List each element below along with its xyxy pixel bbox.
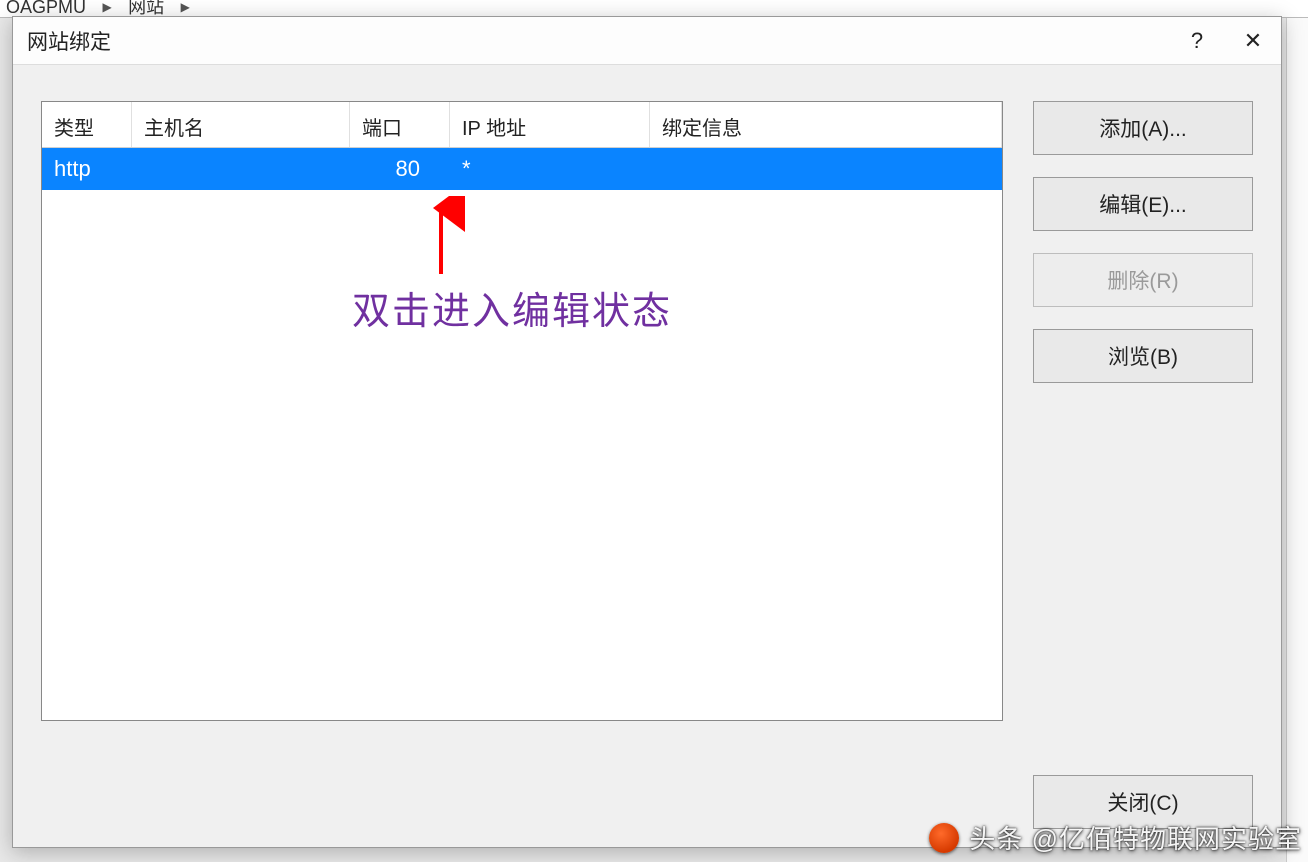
cell-port: 80 <box>350 156 450 182</box>
column-header-port[interactable]: 端口 <box>350 102 450 147</box>
column-header-type[interactable]: 类型 <box>42 102 132 147</box>
dialog-footer: 关闭(C) <box>13 775 1281 847</box>
browse-button[interactable]: 浏览(B) <box>1033 329 1253 383</box>
add-button[interactable]: 添加(A)... <box>1033 101 1253 155</box>
dialog-titlebar: 网站绑定 ? ✕ <box>13 17 1281 65</box>
dialog-body: 类型 主机名 端口 IP 地址 绑定信息 http 80 * <box>13 65 1281 775</box>
annotation-arrow-icon <box>416 196 466 276</box>
annotation-text: 双击进入编辑状态 <box>352 280 672 335</box>
column-header-ip[interactable]: IP 地址 <box>450 102 650 147</box>
site-bindings-dialog: 网站绑定 ? ✕ 类型 主机名 端口 IP 地址 绑定信息 http 80 * <box>12 16 1282 848</box>
table-row[interactable]: http 80 * <box>42 148 1002 190</box>
help-button[interactable]: ? <box>1169 17 1225 65</box>
dialog-button-column: 添加(A)... 编辑(E)... 删除(R) 浏览(B) <box>1033 101 1253 755</box>
chevron-right-icon: ▶ <box>175 0 196 14</box>
help-icon: ? <box>1191 28 1203 54</box>
dialog-title: 网站绑定 <box>27 26 1169 56</box>
cell-type: http <box>42 156 132 182</box>
close-dialog-button[interactable]: 关闭(C) <box>1033 775 1253 829</box>
close-button[interactable]: ✕ <box>1225 17 1281 65</box>
chevron-right-icon: ▶ <box>96 0 117 14</box>
listview-header: 类型 主机名 端口 IP 地址 绑定信息 <box>42 102 1002 148</box>
close-icon: ✕ <box>1244 28 1262 54</box>
bindings-listview[interactable]: 类型 主机名 端口 IP 地址 绑定信息 http 80 * <box>41 101 1003 721</box>
cell-ip: * <box>450 156 650 182</box>
breadcrumb-item[interactable]: 网站 <box>122 0 170 14</box>
delete-button: 删除(R) <box>1033 253 1253 307</box>
breadcrumb-item[interactable]: OAGPMU <box>0 0 92 14</box>
listview-body: http 80 * <box>42 148 1002 190</box>
edit-button[interactable]: 编辑(E)... <box>1033 177 1253 231</box>
backdrop-right-panel <box>1286 18 1308 862</box>
column-header-host[interactable]: 主机名 <box>132 102 350 147</box>
column-header-info[interactable]: 绑定信息 <box>650 102 1002 147</box>
